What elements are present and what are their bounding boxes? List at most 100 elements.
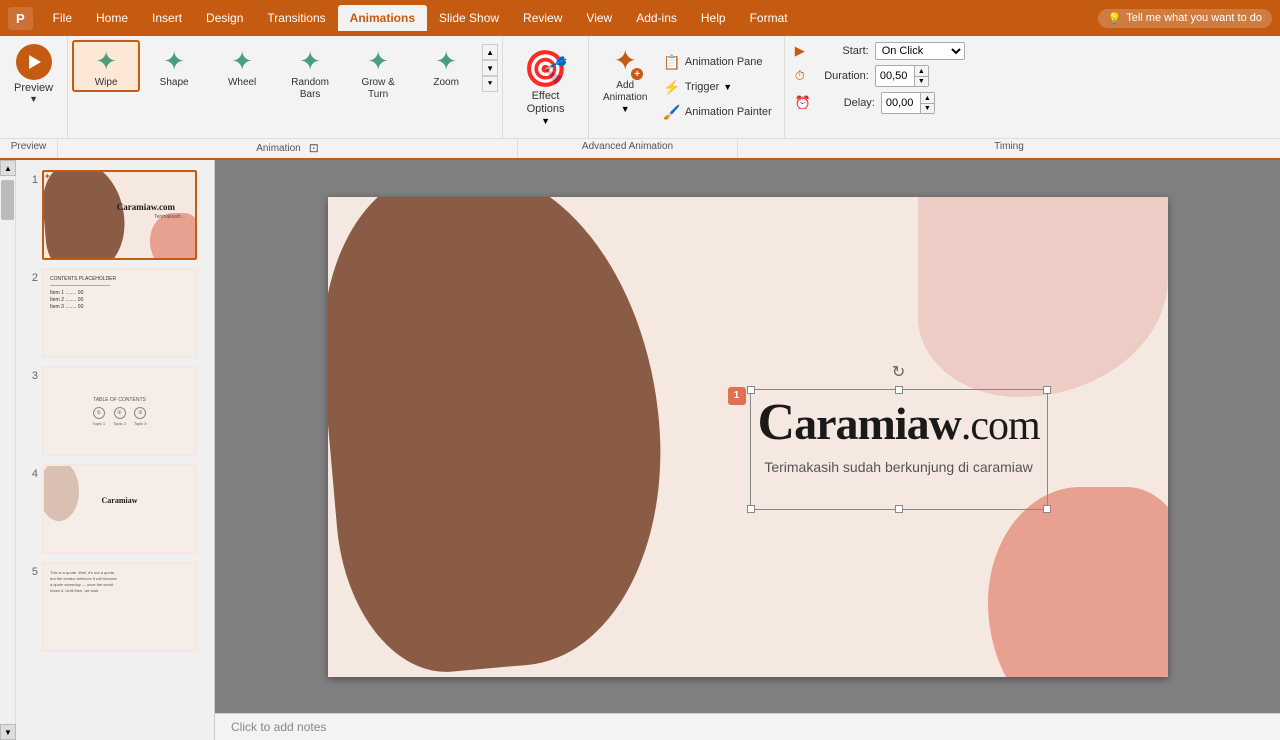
scroll-more-button[interactable]: ⯆ — [482, 76, 498, 92]
trigger-arrow: ▼ — [723, 82, 732, 92]
tab-help[interactable]: Help — [689, 5, 738, 31]
notes-placeholder: Click to add notes — [231, 720, 326, 734]
trigger-button[interactable]: ⚡ Trigger ▼ — [659, 77, 775, 98]
animation-pane-label: Animation Pane — [685, 56, 763, 68]
slide-num-5: 5 — [22, 562, 38, 578]
rotate-handle[interactable]: ↻ — [892, 362, 905, 382]
slide-title: Caramiaw.com — [758, 397, 1040, 449]
ribbon-section-labels: Preview Animation ⊡ Advanced Animation T… — [0, 138, 1280, 158]
slide-thumb-1-wrap: Caramiaw.com Terimakasih... ✦ — [42, 170, 197, 260]
slide-item-5[interactable]: 5 This is a quote. Well, it's not a quot… — [20, 560, 210, 654]
slide-thumb-3: TABLE OF CONTENTS ①Topic 1 ②Topic 2 ③Top… — [42, 366, 197, 456]
handle-bc[interactable] — [895, 505, 903, 513]
tab-file[interactable]: File — [41, 5, 84, 31]
duration-input[interactable] — [876, 69, 914, 83]
preview-label: Preview — [14, 82, 53, 94]
shape-label: Shape — [160, 77, 189, 88]
anim-zoom[interactable]: ✦ Zoom — [412, 40, 480, 92]
slide-item-2[interactable]: 2 CONTENTS PLACEHOLDER─────────────────I… — [20, 266, 210, 360]
tell-me-box[interactable]: 💡 Tell me what you want to do — [1098, 9, 1272, 28]
anim-grow-turn[interactable]: ✦ Grow &Turn — [344, 40, 412, 105]
delay-input[interactable] — [882, 96, 920, 110]
label-timing: Timing — [738, 139, 1280, 158]
grow-turn-icon: ✦ — [367, 46, 389, 77]
animation-pane-button[interactable]: 📋 Animation Pane — [659, 52, 775, 73]
effect-options-button[interactable]: 🎯 EffectOptions ▼ — [513, 42, 578, 132]
delay-down[interactable]: ▼ — [920, 103, 934, 113]
preview-button[interactable]: Preview ▼ — [6, 40, 61, 108]
slide-num-1: 1 — [22, 170, 38, 186]
duration-down[interactable]: ▼ — [914, 76, 928, 86]
start-icon: ▶ — [795, 43, 805, 59]
gallery-scroll: ▲ ▼ ⯆ — [482, 44, 498, 92]
preview-section: Preview ▼ — [0, 36, 68, 138]
delay-up[interactable]: ▲ — [920, 93, 934, 103]
panel-scroll-up[interactable]: ▲ — [0, 160, 16, 176]
effect-options-arrow: ▼ — [541, 116, 550, 126]
anim-wipe[interactable]: ✦ Wipe — [72, 40, 140, 92]
slide-item-1[interactable]: 1 Caramiaw.com Terimakasih... ✦ — [20, 168, 210, 262]
canvas-wrapper: ↻ 1 Caramiaw.com — [215, 160, 1280, 713]
tab-animations[interactable]: Animations — [338, 5, 427, 31]
tab-insert[interactable]: Insert — [140, 5, 194, 31]
slide-num-2: 2 — [22, 268, 38, 284]
duration-up[interactable]: ▲ — [914, 66, 928, 76]
panel-scroll-thumb[interactable] — [1, 180, 14, 220]
tab-addins[interactable]: Add-ins — [624, 5, 689, 31]
delay-icon: ⏰ — [795, 95, 811, 111]
slide-item-4[interactable]: 4 Caramiaw — [20, 462, 210, 556]
start-label: Start: — [811, 45, 869, 57]
duration-row: ⏱ Duration: ▲ ▼ — [795, 65, 965, 87]
handle-tc[interactable] — [895, 386, 903, 394]
tab-design[interactable]: Design — [194, 5, 255, 31]
slide-num-4: 4 — [22, 464, 38, 480]
trigger-label: Trigger — [685, 81, 719, 93]
panel-scroll-down[interactable]: ▼ — [0, 724, 16, 740]
effect-options-label: EffectOptions — [527, 90, 565, 116]
handle-tl[interactable] — [747, 386, 755, 394]
tab-slideshow[interactable]: Slide Show — [427, 5, 511, 31]
tab-transitions[interactable]: Transitions — [255, 5, 337, 31]
effect-options-section: 🎯 EffectOptions ▼ — [503, 36, 589, 138]
ribbon: Preview ▼ ✦ Wipe ✦ Shape ✦ Whe — [0, 36, 1280, 160]
animation-painter-button[interactable]: 🖌️ Animation Painter — [659, 102, 775, 123]
tab-view[interactable]: View — [574, 5, 624, 31]
wheel-icon: ✦ — [231, 46, 253, 77]
duration-label: Duration: — [811, 70, 869, 82]
slide-canvas-area: ↻ 1 Caramiaw.com — [215, 160, 1280, 740]
tab-review[interactable]: Review — [511, 5, 574, 31]
timing-section: ▶ Start: On Click ⏱ Duration: ▲ ▼ — [785, 36, 975, 138]
add-animation-icon: ✦ + — [607, 44, 643, 80]
bg-shape-pink — [918, 197, 1168, 397]
main-area: ▲ ▼ 1 Caramiaw.com Terimakasih... — [0, 160, 1280, 740]
notes-bar[interactable]: Click to add notes — [215, 713, 1280, 740]
slide-item-3[interactable]: 3 TABLE OF CONTENTS ①Topic 1 ②Topic 2 ③T… — [20, 364, 210, 458]
scroll-down-button[interactable]: ▼ — [482, 60, 498, 76]
title-rest: aramiaw — [794, 398, 961, 449]
slide-thumb-2: CONTENTS PLACEHOLDER─────────────────Ite… — [42, 268, 197, 358]
animation-painter-icon: 🖌️ — [663, 104, 680, 121]
scroll-up-button[interactable]: ▲ — [482, 44, 498, 60]
anim-shape[interactable]: ✦ Shape — [140, 40, 208, 92]
delay-label: Delay: — [817, 97, 875, 109]
bg-shape-brown — [328, 197, 679, 677]
zoom-label: Zoom — [433, 77, 459, 88]
handle-bl[interactable] — [747, 505, 755, 513]
anim-wheel[interactable]: ✦ Wheel — [208, 40, 276, 92]
slide-thumb-1: Caramiaw.com Terimakasih... — [42, 170, 197, 260]
animation-expand-button[interactable]: ⊡ — [309, 141, 319, 155]
tab-home[interactable]: Home — [84, 5, 140, 31]
text-element[interactable]: ↻ 1 Caramiaw.com — [758, 397, 1040, 475]
animation-badge: 1 — [728, 387, 746, 405]
tab-format[interactable]: Format — [738, 5, 800, 31]
app-icon[interactable]: P — [8, 7, 33, 30]
effect-options-icon: 🎯 — [523, 48, 568, 90]
add-animation-button[interactable]: ✦ + AddAnimation ▼ — [597, 40, 653, 134]
wheel-label: Wheel — [228, 77, 256, 88]
anim-random-bars[interactable]: ✦ RandomBars — [276, 40, 344, 105]
label-preview: Preview — [0, 139, 58, 158]
start-select[interactable]: On Click — [875, 42, 965, 60]
preview-icon — [16, 44, 52, 80]
slide-list: 1 Caramiaw.com Terimakasih... ✦ 2 — [16, 160, 214, 740]
slide-canvas[interactable]: ↻ 1 Caramiaw.com — [328, 197, 1168, 677]
